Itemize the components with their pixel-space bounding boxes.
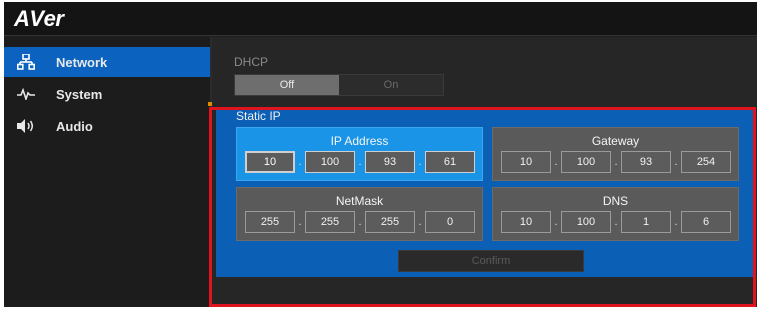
sidebar-item-network[interactable]: Network <box>4 47 210 77</box>
sidebar-item-label: System <box>56 86 103 102</box>
sidebar-item-label: Network <box>56 54 108 70</box>
network-icon <box>16 54 36 70</box>
sidebar: Network System Audio <box>4 37 210 307</box>
sidebar-item-audio[interactable]: Audio <box>4 111 210 141</box>
top-bar: AVer <box>4 2 757 36</box>
pulse-icon <box>16 86 36 102</box>
dhcp-off-option[interactable]: Off <box>235 75 339 95</box>
dhcp-toggle[interactable]: Off On <box>234 74 444 96</box>
sidebar-item-label: Audio <box>56 118 93 134</box>
sidebar-item-system[interactable]: System <box>4 79 210 109</box>
annotation-highlight-box <box>209 107 756 307</box>
focus-marker <box>208 102 212 106</box>
dhcp-on-option[interactable]: On <box>339 75 443 95</box>
dhcp-label: DHCP <box>234 55 269 69</box>
aver-logo: AVer <box>14 6 64 31</box>
speaker-icon <box>16 118 36 134</box>
